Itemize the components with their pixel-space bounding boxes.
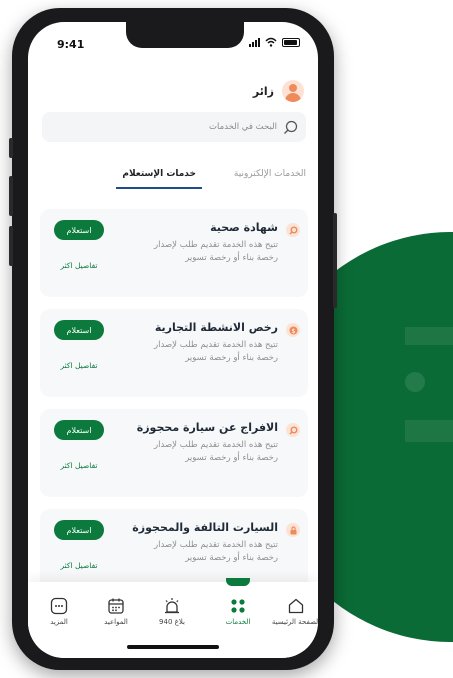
service-card[interactable]: الافراج عن سيارة محجوزة تتيح هذه الخدمة … xyxy=(40,409,308,497)
service-tabs: الخدمات الإلكترونية خدمات الإستعلام xyxy=(42,165,306,193)
calendar-icon xyxy=(88,596,144,616)
svg-text:$: $ xyxy=(291,327,295,335)
tab-services[interactable]: الخدمات xyxy=(210,596,266,626)
battery-icon xyxy=(282,37,300,47)
tab-more[interactable]: المزيد xyxy=(31,596,87,626)
home-indicator xyxy=(127,645,219,649)
service-card[interactable]: شهادة صحية تتيح هذه الخدمة تقديم طلب لإص… xyxy=(40,209,308,297)
more-details-link[interactable]: تفاصيل اكثر xyxy=(56,461,102,470)
search-icon xyxy=(286,223,300,237)
user-name: زائر xyxy=(252,84,274,98)
avatar[interactable] xyxy=(282,80,304,102)
status-time: 9:41 xyxy=(57,38,85,51)
more-details-link[interactable]: تفاصيل اكثر xyxy=(56,561,102,570)
more-icon xyxy=(31,596,87,616)
inquiry-button[interactable]: استعلام xyxy=(54,320,104,340)
more-details-link[interactable]: تفاصيل اكثر xyxy=(56,361,102,370)
tab-label: الخدمات xyxy=(225,618,251,626)
search-input[interactable] xyxy=(57,122,277,132)
wifi-icon xyxy=(265,37,277,47)
grid-icon xyxy=(210,596,266,616)
tab-report-940[interactable]: بلاغ 940 xyxy=(144,596,200,626)
home-icon xyxy=(268,596,318,616)
inquiry-button[interactable]: استعلام xyxy=(54,420,104,440)
tab-inquiry-services[interactable]: خدمات الإستعلام xyxy=(116,165,202,189)
tab-home[interactable]: الصفحة الرئيسية xyxy=(268,596,318,626)
lock-icon xyxy=(286,523,300,537)
tab-appointments[interactable]: المواعيد xyxy=(88,596,144,626)
tab-label: المزيد xyxy=(50,618,68,626)
tab-electronic-services[interactable]: الخدمات الإلكترونية xyxy=(234,165,306,187)
service-description: تتيح هذه الخدمة تقديم طلب لإصدار رخصة بن… xyxy=(154,340,278,363)
service-description: تتيح هذه الخدمة تقديم طلب لإصدار رخصة بن… xyxy=(154,440,278,463)
search-bar[interactable] xyxy=(42,112,306,142)
dollar-icon: $ xyxy=(286,323,300,337)
phone-frame: 9:41 زائر الخدمات الإلكترونية خدمات الإس… xyxy=(9,8,337,670)
service-title: رخص الانشطة التجارية xyxy=(154,321,278,334)
tab-label: الصفحة الرئيسية xyxy=(271,618,318,626)
search-icon xyxy=(286,423,300,437)
notch xyxy=(126,22,244,48)
service-title: الافراج عن سيارة محجوزة xyxy=(136,421,278,434)
inquiry-button[interactable]: استعلام xyxy=(54,520,104,540)
service-title: السيارت التالفة والمحجوزة xyxy=(132,521,278,534)
more-details-link[interactable]: تفاصيل اكثر xyxy=(56,261,102,270)
search-icon xyxy=(284,120,298,134)
user-header[interactable]: زائر xyxy=(253,80,304,102)
alarm-icon xyxy=(144,596,200,616)
inquiry-button[interactable]: استعلام xyxy=(54,220,104,240)
service-title: شهادة صحية xyxy=(210,221,278,234)
bottom-tab-bar: المزيد المواعيد بلاغ 940 الخدمات الصفحة … xyxy=(28,578,318,658)
service-description: تتيح هذه الخدمة تقديم طلب لإصدار رخصة بن… xyxy=(154,540,278,563)
tab-label: بلاغ 940 xyxy=(159,618,185,626)
active-tab-indicator xyxy=(226,578,250,586)
status-icons xyxy=(249,37,300,47)
app-screen: 9:41 زائر الخدمات الإلكترونية خدمات الإس… xyxy=(28,22,318,658)
service-description: تتيح هذه الخدمة تقديم طلب لإصدار رخصة بن… xyxy=(154,240,278,263)
service-card[interactable]: $ رخص الانشطة التجارية تتيح هذه الخدمة ت… xyxy=(40,309,308,397)
signal-icon xyxy=(249,37,260,47)
tab-label: المواعيد xyxy=(104,618,128,626)
